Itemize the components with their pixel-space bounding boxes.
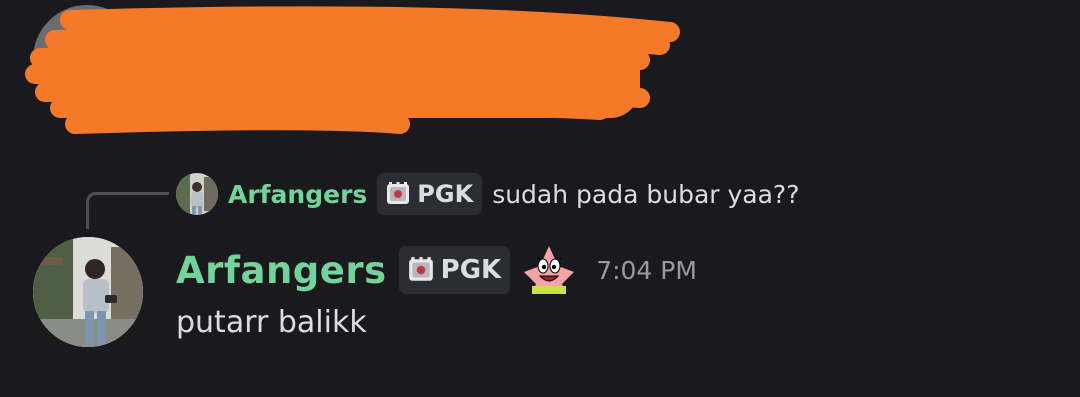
redaction-scribble (25, 6, 680, 134)
server-tag[interactable]: PGK (398, 246, 511, 294)
patrick-star-emoji-icon[interactable] (522, 244, 576, 296)
reply-message-text[interactable]: sudah pada bubar yaa?? (492, 180, 799, 209)
reply-username[interactable]: Arfangers (228, 180, 367, 209)
username[interactable]: Arfangers (176, 249, 387, 292)
shield-badge-icon (387, 182, 410, 204)
shield-badge-icon (408, 257, 433, 281)
reply-avatar[interactable] (176, 173, 218, 215)
chat-view: Arfangers PGK sudah pada bubar yaa?? Arf… (0, 0, 1080, 397)
message-timestamp[interactable]: 7:04 PM (596, 256, 697, 285)
reply-connector-line (86, 192, 169, 229)
message-content[interactable]: putarr balikk (176, 305, 367, 340)
reply-server-tag[interactable]: PGK (377, 173, 483, 215)
reply-tag-label: PGK (417, 180, 474, 208)
user-avatar[interactable] (33, 237, 143, 347)
reply-preview[interactable]: Arfangers PGK sudah pada bubar yaa?? (176, 172, 799, 216)
message-header: Arfangers PGK 7:04 PM (176, 244, 697, 296)
tag-label: PGK (440, 255, 502, 285)
